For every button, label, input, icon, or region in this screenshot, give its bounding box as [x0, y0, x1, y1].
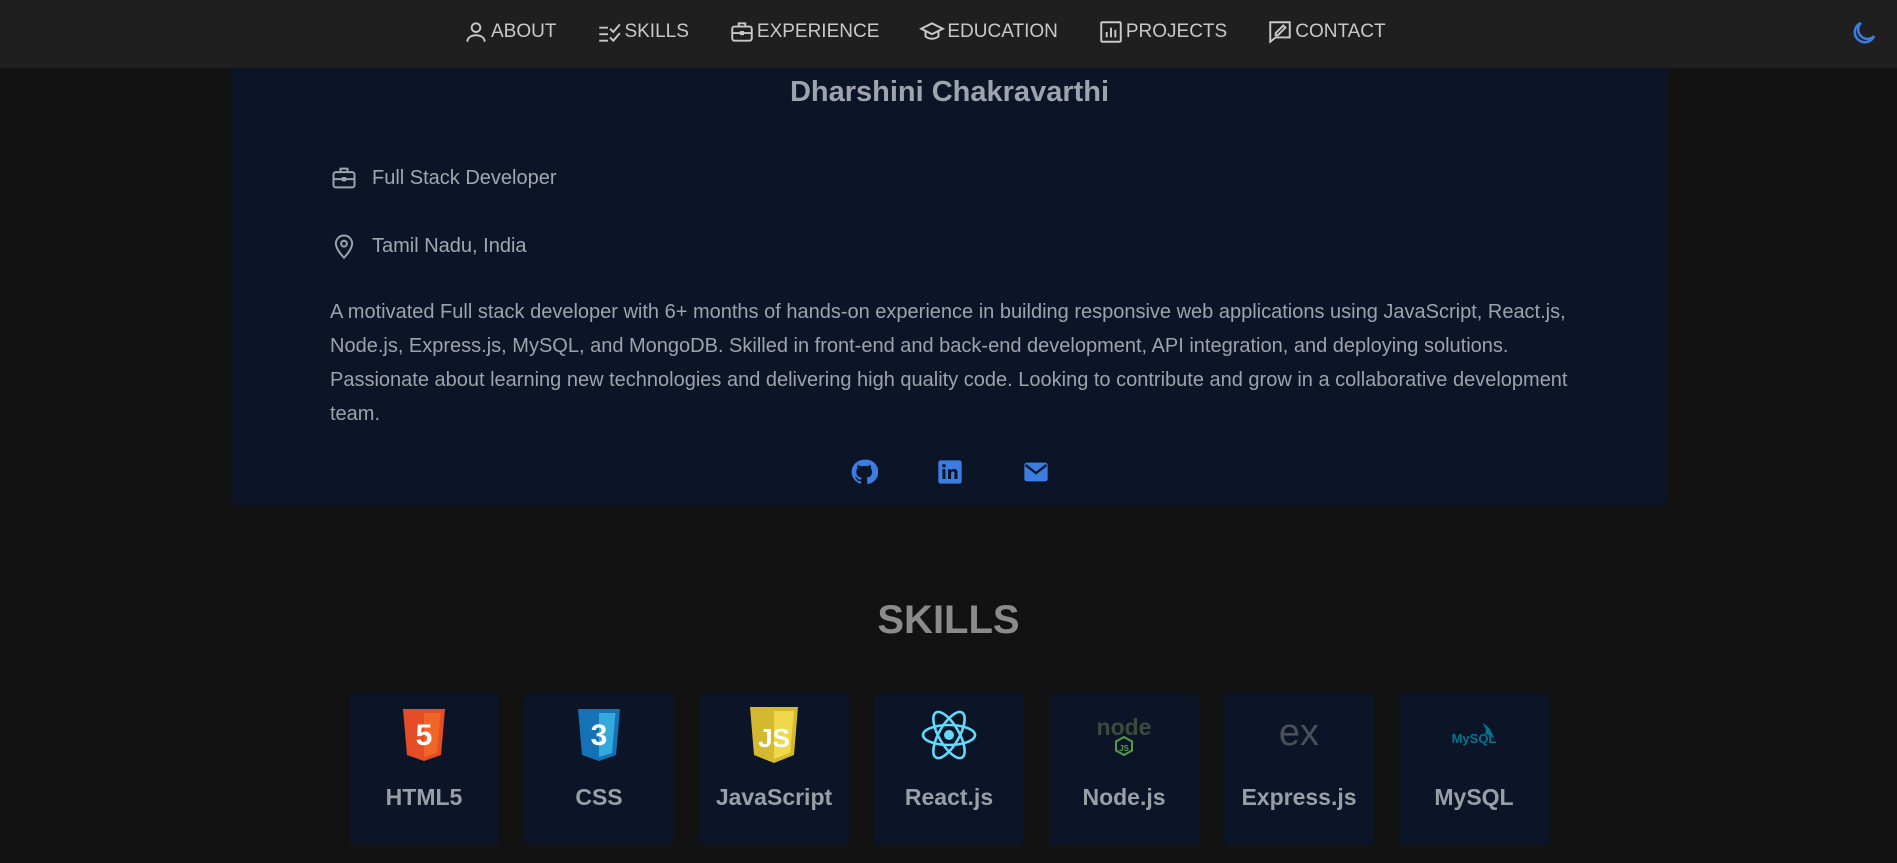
skill-card-css[interactable]: 3 CSS	[524, 694, 674, 846]
nav-item-skills[interactable]: SKILLS	[596, 19, 689, 45]
skill-card-react[interactable]: React.js	[874, 694, 1024, 846]
nav-item-contact[interactable]: CONTACT	[1267, 19, 1386, 45]
skill-card-express[interactable]: ex Express.js	[1224, 694, 1374, 846]
skill-card-javascript[interactable]: JS JavaScript	[699, 694, 849, 846]
location-row: Tamil Nadu, India	[330, 232, 527, 260]
role-text: Full Stack Developer	[372, 166, 557, 189]
nav-item-label: PROJECTS	[1125, 21, 1228, 42]
checklist-icon	[599, 23, 622, 43]
linkedin-icon[interactable]	[936, 458, 964, 486]
nav-item-label: EXPERIENCE	[756, 21, 880, 42]
javascript-logo: JS	[750, 707, 798, 763]
mail-icon[interactable]	[1022, 458, 1050, 486]
react-logo	[921, 710, 977, 760]
svg-text:ex: ex	[1279, 712, 1319, 754]
skill-card-nodejs[interactable]: node JS Node.js	[1049, 694, 1199, 846]
svg-text:3: 3	[591, 719, 608, 752]
nodejs-logo: node JS	[1097, 714, 1151, 757]
social-links	[231, 458, 1668, 486]
html5-logo: 5	[403, 709, 445, 761]
github-icon[interactable]	[850, 458, 878, 486]
graduation-cap-icon	[919, 22, 946, 40]
location-text: Tamil Nadu, India	[372, 234, 527, 257]
nav-menu: ABOUT SKILLS EXPERIENCE EDUCATION PROJEC…	[463, 0, 1426, 64]
edit-message-icon	[1269, 21, 1291, 44]
nav-item-about[interactable]: ABOUT	[463, 19, 556, 45]
top-navbar: ABOUT SKILLS EXPERIENCE EDUCATION PROJEC…	[0, 0, 1897, 68]
nav-item-experience[interactable]: EXPERIENCE	[729, 19, 879, 45]
css3-logo: 3	[578, 709, 620, 761]
briefcase-icon	[731, 22, 753, 42]
nav-item-projects[interactable]: PROJECTS	[1098, 19, 1227, 45]
skill-name: HTML5	[385, 784, 463, 810]
svg-text:JS: JS	[1119, 744, 1129, 753]
skill-name: Node.js	[1082, 784, 1166, 810]
skill-name: React.js	[904, 784, 994, 810]
svg-text:MySQL: MySQL	[1452, 731, 1497, 746]
skill-card-html5[interactable]: 5 HTML5	[349, 694, 499, 846]
profile-bio: A motivated Full stack developer with 6+…	[330, 301, 1568, 425]
mysql-logo: MySQL	[1452, 723, 1497, 746]
skill-name: MySQL	[1434, 784, 1514, 810]
nav-item-label: ABOUT	[491, 21, 557, 42]
moon-icon[interactable]	[1849, 18, 1879, 48]
nav-item-label: SKILLS	[624, 21, 689, 42]
profile-name: Dharshini Chakravarthi	[789, 76, 1110, 108]
role-row: Full Stack Developer	[330, 164, 557, 192]
skill-card-mysql[interactable]: MySQL MySQL	[1399, 694, 1549, 846]
nav-item-education[interactable]: EDUCATION	[919, 19, 1058, 45]
user-icon	[466, 22, 486, 42]
svg-text:JS: JS	[758, 723, 790, 753]
bar-chart-icon	[1100, 21, 1122, 43]
briefcase-icon	[332, 167, 356, 189]
profile-card: Dharshini Chakravarthi Full Stack Develo…	[231, 40, 1668, 505]
svg-text:5: 5	[416, 719, 433, 752]
express-logo: ex	[1279, 712, 1319, 754]
nav-item-label: EDUCATION	[947, 21, 1058, 42]
location-pin-icon	[334, 234, 354, 260]
skills-grid: 5 HTML5 3 CSS JS JavaScript React.js nod…	[349, 694, 1549, 846]
nav-item-label: CONTACT	[1295, 21, 1386, 42]
skills-section-title: SKILLS	[877, 598, 1020, 642]
skill-name: Express.js	[1241, 784, 1357, 810]
skill-name: CSS	[575, 784, 623, 810]
skill-name: JavaScript	[715, 784, 833, 810]
